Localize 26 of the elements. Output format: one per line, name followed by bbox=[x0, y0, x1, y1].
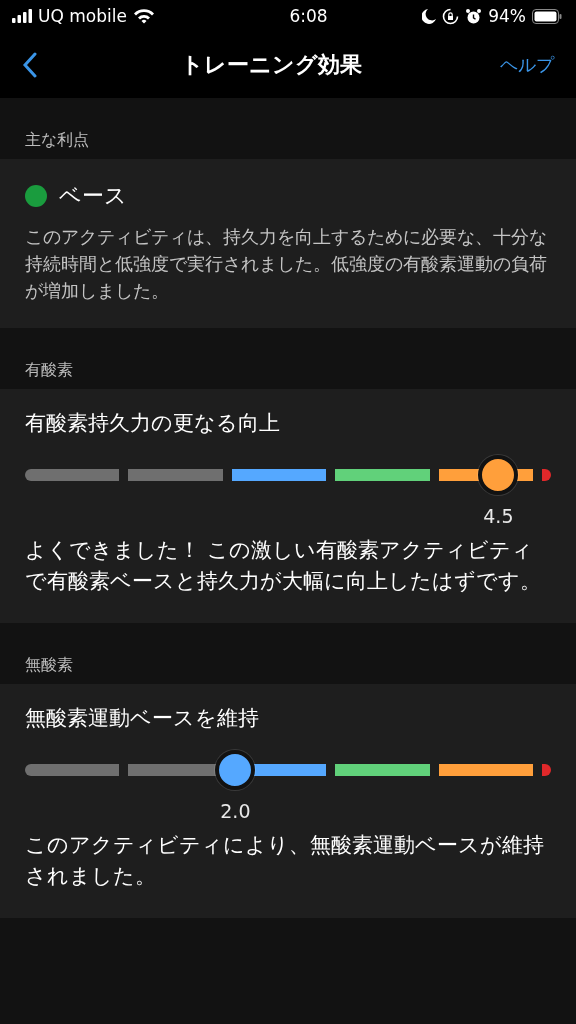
effect-description: よくできました！ この激しい有酸素アクティビティで有酸素ベースと持久力が大幅に向上したはずです。 bbox=[25, 537, 542, 595]
battery-percent: 94% bbox=[488, 6, 526, 26]
rotation-lock-icon bbox=[442, 7, 460, 25]
help-link[interactable]: ヘルプ bbox=[500, 53, 554, 77]
effect-title: 有酸素持久力の更なる向上 bbox=[25, 410, 281, 437]
clock-time: 6:08 bbox=[289, 6, 328, 26]
section-header: 主な利点 bbox=[25, 130, 89, 151]
slider-value: 2.0 bbox=[220, 800, 251, 822]
benefit-title: ベース bbox=[59, 182, 127, 210]
slider-value: 4.5 bbox=[483, 505, 514, 527]
track-segment bbox=[542, 469, 552, 481]
carrier-name: UQ mobile bbox=[38, 6, 127, 26]
section-header: 有酸素 bbox=[25, 360, 73, 381]
benefit-description: このアクティビティは、持久力を向上するために必要な、十分な持続時間と低強度で実行されました。低強度の有酸素運動の負荷が増加しました。 bbox=[25, 225, 548, 303]
slider-thumb[interactable] bbox=[215, 750, 256, 790]
alarm-icon bbox=[465, 7, 483, 25]
battery-icon bbox=[532, 8, 562, 24]
moon-icon bbox=[422, 8, 437, 24]
effect-description: このアクティビティにより、無酸素運動ベースが維持されました。 bbox=[25, 832, 545, 890]
wifi-icon bbox=[132, 8, 155, 24]
section-header: 無酸素 bbox=[25, 655, 73, 676]
signal-icon bbox=[12, 9, 32, 23]
track-segment bbox=[542, 764, 552, 776]
effect-title: 無酸素運動ベースを維持 bbox=[25, 705, 260, 732]
slider-thumb[interactable] bbox=[478, 455, 519, 495]
page-title: トレーニング効果 bbox=[180, 51, 362, 79]
